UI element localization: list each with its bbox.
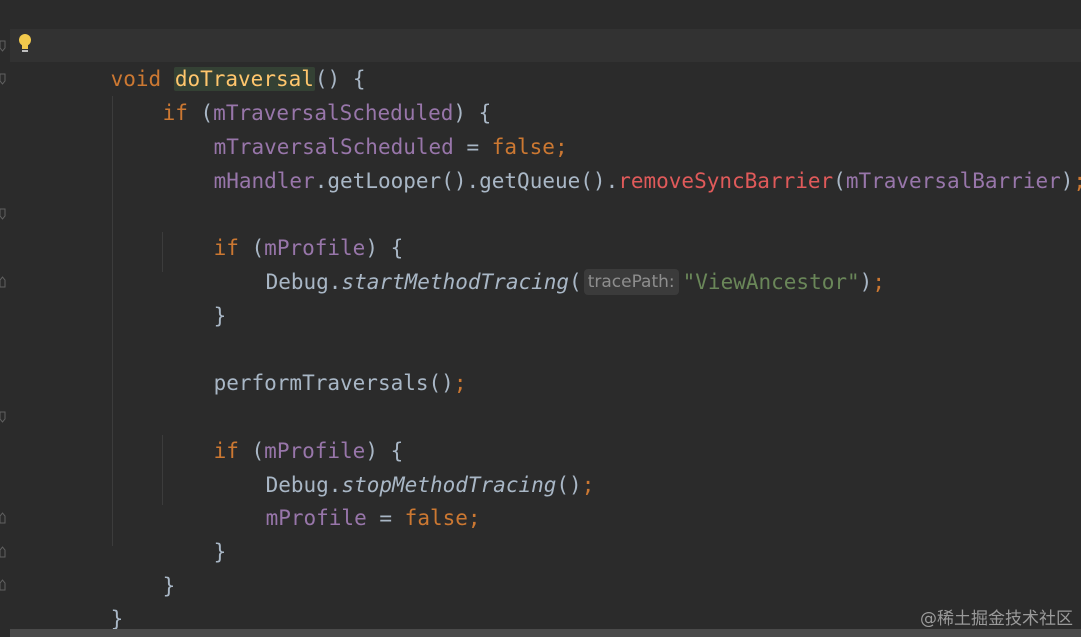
static-method-call[interactable]: startMethodTracing <box>341 270 569 294</box>
field-reference[interactable]: mHandler <box>214 169 315 193</box>
punctuation: (). <box>580 169 619 193</box>
punctuation: . <box>328 270 342 294</box>
fold-marker-icon[interactable] <box>0 512 6 524</box>
semicolon: ; <box>872 270 885 294</box>
semicolon: ; <box>467 506 481 530</box>
keyword-false: false <box>404 506 468 530</box>
string-literal[interactable]: "ViewAncestor" <box>683 270 860 294</box>
closing-brace: } <box>213 540 227 564</box>
fold-marker-icon[interactable] <box>0 40 6 52</box>
watermark: @稀土掘金技术社区 <box>920 609 1073 629</box>
punctuation: . <box>314 169 328 193</box>
closing-brace: } <box>213 304 227 328</box>
code-line-3[interactable]: mTraversalScheduled = false; <box>163 96 568 159</box>
code-line-6[interactable]: if (mProfile) { <box>163 197 404 260</box>
code-line-15[interactable]: } <box>163 501 227 564</box>
fold-marker-icon[interactable] <box>0 546 6 558</box>
code-line-8[interactable]: } <box>163 265 227 328</box>
code-line-16[interactable]: } <box>112 535 176 598</box>
method-call[interactable]: getLooper <box>327 169 441 193</box>
punctuation: ) <box>859 270 873 294</box>
punctuation: ( <box>569 270 582 294</box>
code-line-1[interactable]: void doTraversal() { <box>60 28 365 91</box>
semicolon: ; <box>453 371 467 395</box>
field-reference[interactable]: mProfile <box>266 506 367 530</box>
method-call-highlighted[interactable]: removeSyncBarrier <box>618 169 833 193</box>
code-line-10[interactable]: performTraversals(); <box>163 332 467 395</box>
punctuation: () <box>556 473 582 497</box>
closing-brace: } <box>162 574 176 598</box>
code-line-12[interactable]: if (mProfile) { <box>163 400 404 463</box>
semicolon: ; <box>1073 169 1081 193</box>
punctuation: (). <box>441 169 480 193</box>
fold-marker-icon[interactable] <box>0 579 6 591</box>
code-line-2[interactable]: if (mTraversalScheduled) { <box>112 62 492 125</box>
code-line-13[interactable]: Debug.stopMethodTracing(); <box>215 434 595 497</box>
code-editor[interactable]: void doTraversal() { if (mTraversalSched… <box>0 0 1081 637</box>
code-line-7[interactable]: Debug.startMethodTracing(tracePath: "View… <box>215 231 885 295</box>
field-reference[interactable]: mTraversalBarrier <box>846 169 1061 193</box>
parameter-inlay-hint: tracePath: <box>583 269 679 295</box>
fold-marker-icon[interactable] <box>0 208 6 220</box>
code-line-4[interactable]: mHandler.getLooper().getQueue().removeSy… <box>163 130 1081 193</box>
operator: = <box>366 506 405 530</box>
punctuation: ( <box>833 169 846 193</box>
method-call[interactable]: performTraversals <box>214 371 429 395</box>
code-line-14[interactable]: mProfile = false; <box>215 467 481 530</box>
punctuation: ) <box>1060 169 1074 193</box>
closing-brace: } <box>110 607 124 631</box>
fold-marker-icon[interactable] <box>0 411 6 423</box>
fold-marker-icon[interactable] <box>0 73 6 85</box>
semicolon: ; <box>581 473 595 497</box>
code-line-17[interactable]: } <box>60 568 124 631</box>
lightbulb-icon[interactable] <box>17 33 33 55</box>
fold-marker-icon[interactable] <box>0 276 6 288</box>
editor-top-band <box>0 0 1081 28</box>
editor-gutter <box>0 0 10 637</box>
horizontal-scrollbar[interactable] <box>10 629 1081 637</box>
method-call[interactable]: getQueue <box>479 169 580 193</box>
class-reference[interactable]: Debug <box>266 270 329 294</box>
punctuation: () <box>428 371 454 395</box>
